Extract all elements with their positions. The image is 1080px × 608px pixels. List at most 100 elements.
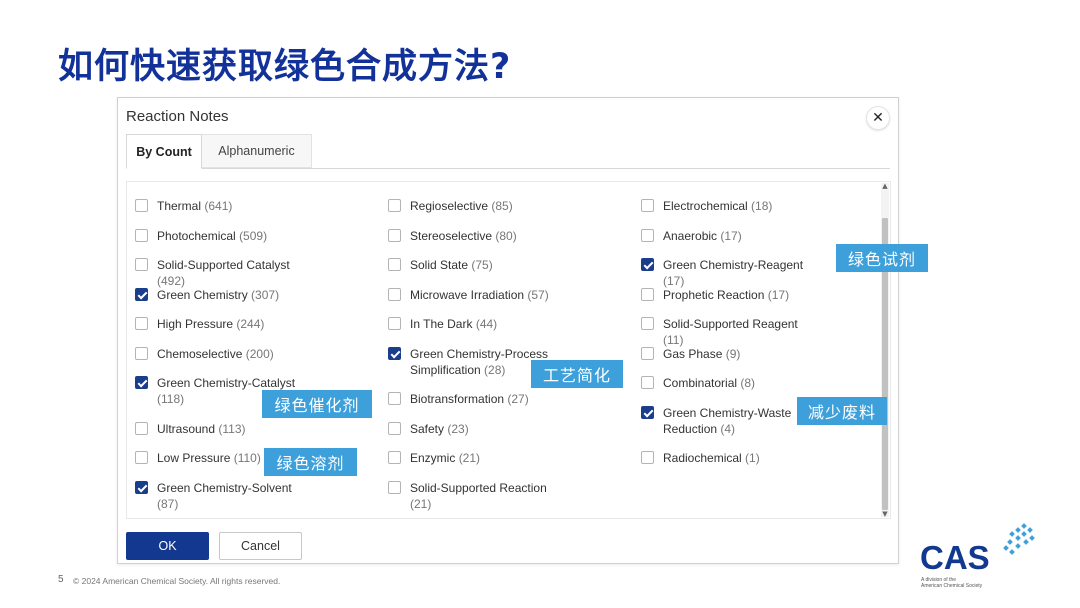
checkbox[interactable] <box>135 228 148 242</box>
reaction-note-name: Photochemical <box>157 228 236 243</box>
reaction-note-label: Photochemical (509) <box>157 228 267 244</box>
reaction-note-label: Enzymic (21) <box>410 450 480 466</box>
reaction-note-item[interactable]: Combinatorial (8) <box>641 375 755 391</box>
checkbox[interactable] <box>388 317 401 330</box>
reaction-note-label: Electrochemical (18) <box>663 198 772 214</box>
checkbox[interactable] <box>388 421 401 435</box>
reaction-note-item[interactable]: Photochemical (509) <box>135 228 267 244</box>
reaction-note-item[interactable]: Safety (23) <box>388 421 469 437</box>
reaction-note-item[interactable]: Solid-Supported Reaction (21) <box>388 480 560 512</box>
reaction-note-item[interactable]: High Pressure (244) <box>135 316 264 332</box>
reaction-note-label: Regioselective (85) <box>410 198 513 214</box>
reaction-note-item[interactable]: In The Dark (44) <box>388 316 497 332</box>
checkbox[interactable] <box>388 451 401 464</box>
checkbox-checked[interactable] <box>135 376 148 389</box>
checkbox[interactable] <box>135 317 148 330</box>
reaction-note-label: Solid-Supported Catalyst (492) <box>157 257 307 289</box>
reaction-note-label: Solid State (75) <box>410 257 493 273</box>
checkbox[interactable] <box>135 451 148 464</box>
reaction-note-name: Thermal <box>157 199 202 213</box>
scroll-down-icon[interactable]: ▼ <box>881 510 889 518</box>
checkbox[interactable] <box>641 199 654 212</box>
reaction-note-name: Prophetic Reaction <box>663 287 765 302</box>
reaction-note-item[interactable]: Ultrasound (113) <box>135 421 246 437</box>
checkbox-checked[interactable] <box>135 480 148 494</box>
reaction-note-item[interactable]: Microwave Irradiation (57) <box>388 287 549 303</box>
reaction-note-label: Prophetic Reaction (17) <box>663 287 789 303</box>
reaction-note-item[interactable]: Solid State (75) <box>388 257 493 273</box>
reaction-note-item[interactable]: Electrochemical (18) <box>641 198 772 214</box>
reaction-note-name: Solid-Supported Catalyst <box>157 258 290 272</box>
reaction-note-item[interactable]: Low Pressure (110) <box>135 450 261 466</box>
reaction-note-item[interactable]: Green Chemistry-Waste Reduction (4) <box>641 405 813 437</box>
checkbox[interactable] <box>641 317 654 330</box>
reaction-note-item[interactable]: Green Chemistry-Reagent (17) <box>641 257 813 289</box>
tab-alphanumeric[interactable]: Alphanumeric <box>202 134 312 168</box>
reaction-note-count: (9) <box>725 346 741 361</box>
reaction-note-item[interactable]: Thermal (641) <box>135 198 232 214</box>
callout-green-solvent: 绿色溶剂 <box>264 448 357 476</box>
reaction-note-item[interactable]: Anaerobic (17) <box>641 228 742 244</box>
reaction-note-count: (17) <box>767 287 790 302</box>
tab-by-count[interactable]: By Count <box>126 134 202 169</box>
reaction-note-item[interactable]: Chemoselective (200) <box>135 346 274 362</box>
reaction-note-count: (509) <box>239 228 268 243</box>
reaction-note-item[interactable]: Radiochemical (1) <box>641 450 760 466</box>
checkbox[interactable] <box>641 228 654 242</box>
checkbox[interactable] <box>388 199 401 212</box>
ok-button[interactable]: OK <box>126 532 209 560</box>
reaction-note-name: Microwave Irradiation <box>410 287 525 302</box>
reaction-note-item[interactable]: Solid-Supported Reagent (11) <box>641 316 813 348</box>
checkbox[interactable] <box>641 376 654 389</box>
checkbox[interactable] <box>135 421 148 435</box>
reaction-note-label: Biotransformation (27) <box>410 391 529 407</box>
reaction-note-count: (28) <box>484 362 506 377</box>
checkbox[interactable] <box>135 199 148 212</box>
reaction-note-item[interactable]: Green Chemistry-Solvent (87) <box>135 480 307 512</box>
reaction-note-item[interactable]: Prophetic Reaction (17) <box>641 287 789 303</box>
reaction-note-label: Green Chemistry-Waste Reduction (4) <box>663 405 813 437</box>
cancel-button[interactable]: Cancel <box>219 532 302 560</box>
checkbox[interactable] <box>135 258 148 271</box>
reaction-note-count: (80) <box>495 228 517 243</box>
reaction-note-label: High Pressure (244) <box>157 316 264 332</box>
reaction-note-count: (4) <box>720 421 736 436</box>
reaction-note-label: Stereoselective (80) <box>410 228 517 244</box>
reaction-note-count: (118) <box>157 392 185 406</box>
reaction-note-item[interactable]: Solid-Supported Catalyst (492) <box>135 257 307 289</box>
reaction-note-item[interactable]: Regioselective (85) <box>388 198 513 214</box>
scroll-up-icon[interactable]: ▲ <box>881 182 889 190</box>
reaction-note-count: (57) <box>527 287 549 302</box>
checkbox[interactable] <box>135 346 148 360</box>
copyright-text: © 2024 American Chemical Society. All ri… <box>73 576 281 586</box>
reaction-note-name: Radiochemical <box>663 451 742 465</box>
reaction-note-count: (307) <box>251 287 280 302</box>
reaction-notes-list: ▲ ▼ Thermal (641) Photochemical (509) Soli… <box>126 181 891 519</box>
checkbox[interactable] <box>388 480 401 494</box>
checkbox[interactable] <box>388 258 401 271</box>
callout-green-reagent: 绿色试剂 <box>836 244 928 272</box>
reaction-note-item[interactable]: Stereoselective (80) <box>388 228 517 244</box>
reaction-note-name: Electrochemical <box>663 199 748 213</box>
checkbox[interactable] <box>388 228 401 242</box>
checkbox-checked[interactable] <box>641 258 654 271</box>
checkbox-checked[interactable] <box>641 405 654 419</box>
reaction-note-count: (110) <box>233 451 261 465</box>
close-button[interactable]: ✕ <box>866 106 890 130</box>
checkbox[interactable] <box>388 392 401 405</box>
slide-title: 如何快速获取绿色合成方法? <box>58 47 512 87</box>
checkbox[interactable] <box>641 287 654 301</box>
reaction-note-item[interactable]: Green Chemistry (307) <box>135 287 279 303</box>
checkbox-checked[interactable] <box>388 346 401 360</box>
reaction-note-count: (75) <box>471 258 493 272</box>
reaction-notes-dialog: Reaction Notes ✕ By Count Alphanumeric ▲… <box>117 97 899 564</box>
reaction-note-item[interactable]: Biotransformation (27) <box>388 391 529 407</box>
checkbox[interactable] <box>641 346 654 360</box>
checkbox[interactable] <box>641 451 654 464</box>
reaction-note-item[interactable]: Gas Phase (9) <box>641 346 740 362</box>
checkbox[interactable] <box>388 287 401 301</box>
reaction-note-label: Anaerobic (17) <box>663 228 742 244</box>
checkbox-checked[interactable] <box>135 287 148 301</box>
reaction-note-label: Thermal (641) <box>157 198 232 214</box>
reaction-note-item[interactable]: Enzymic (21) <box>388 450 480 466</box>
